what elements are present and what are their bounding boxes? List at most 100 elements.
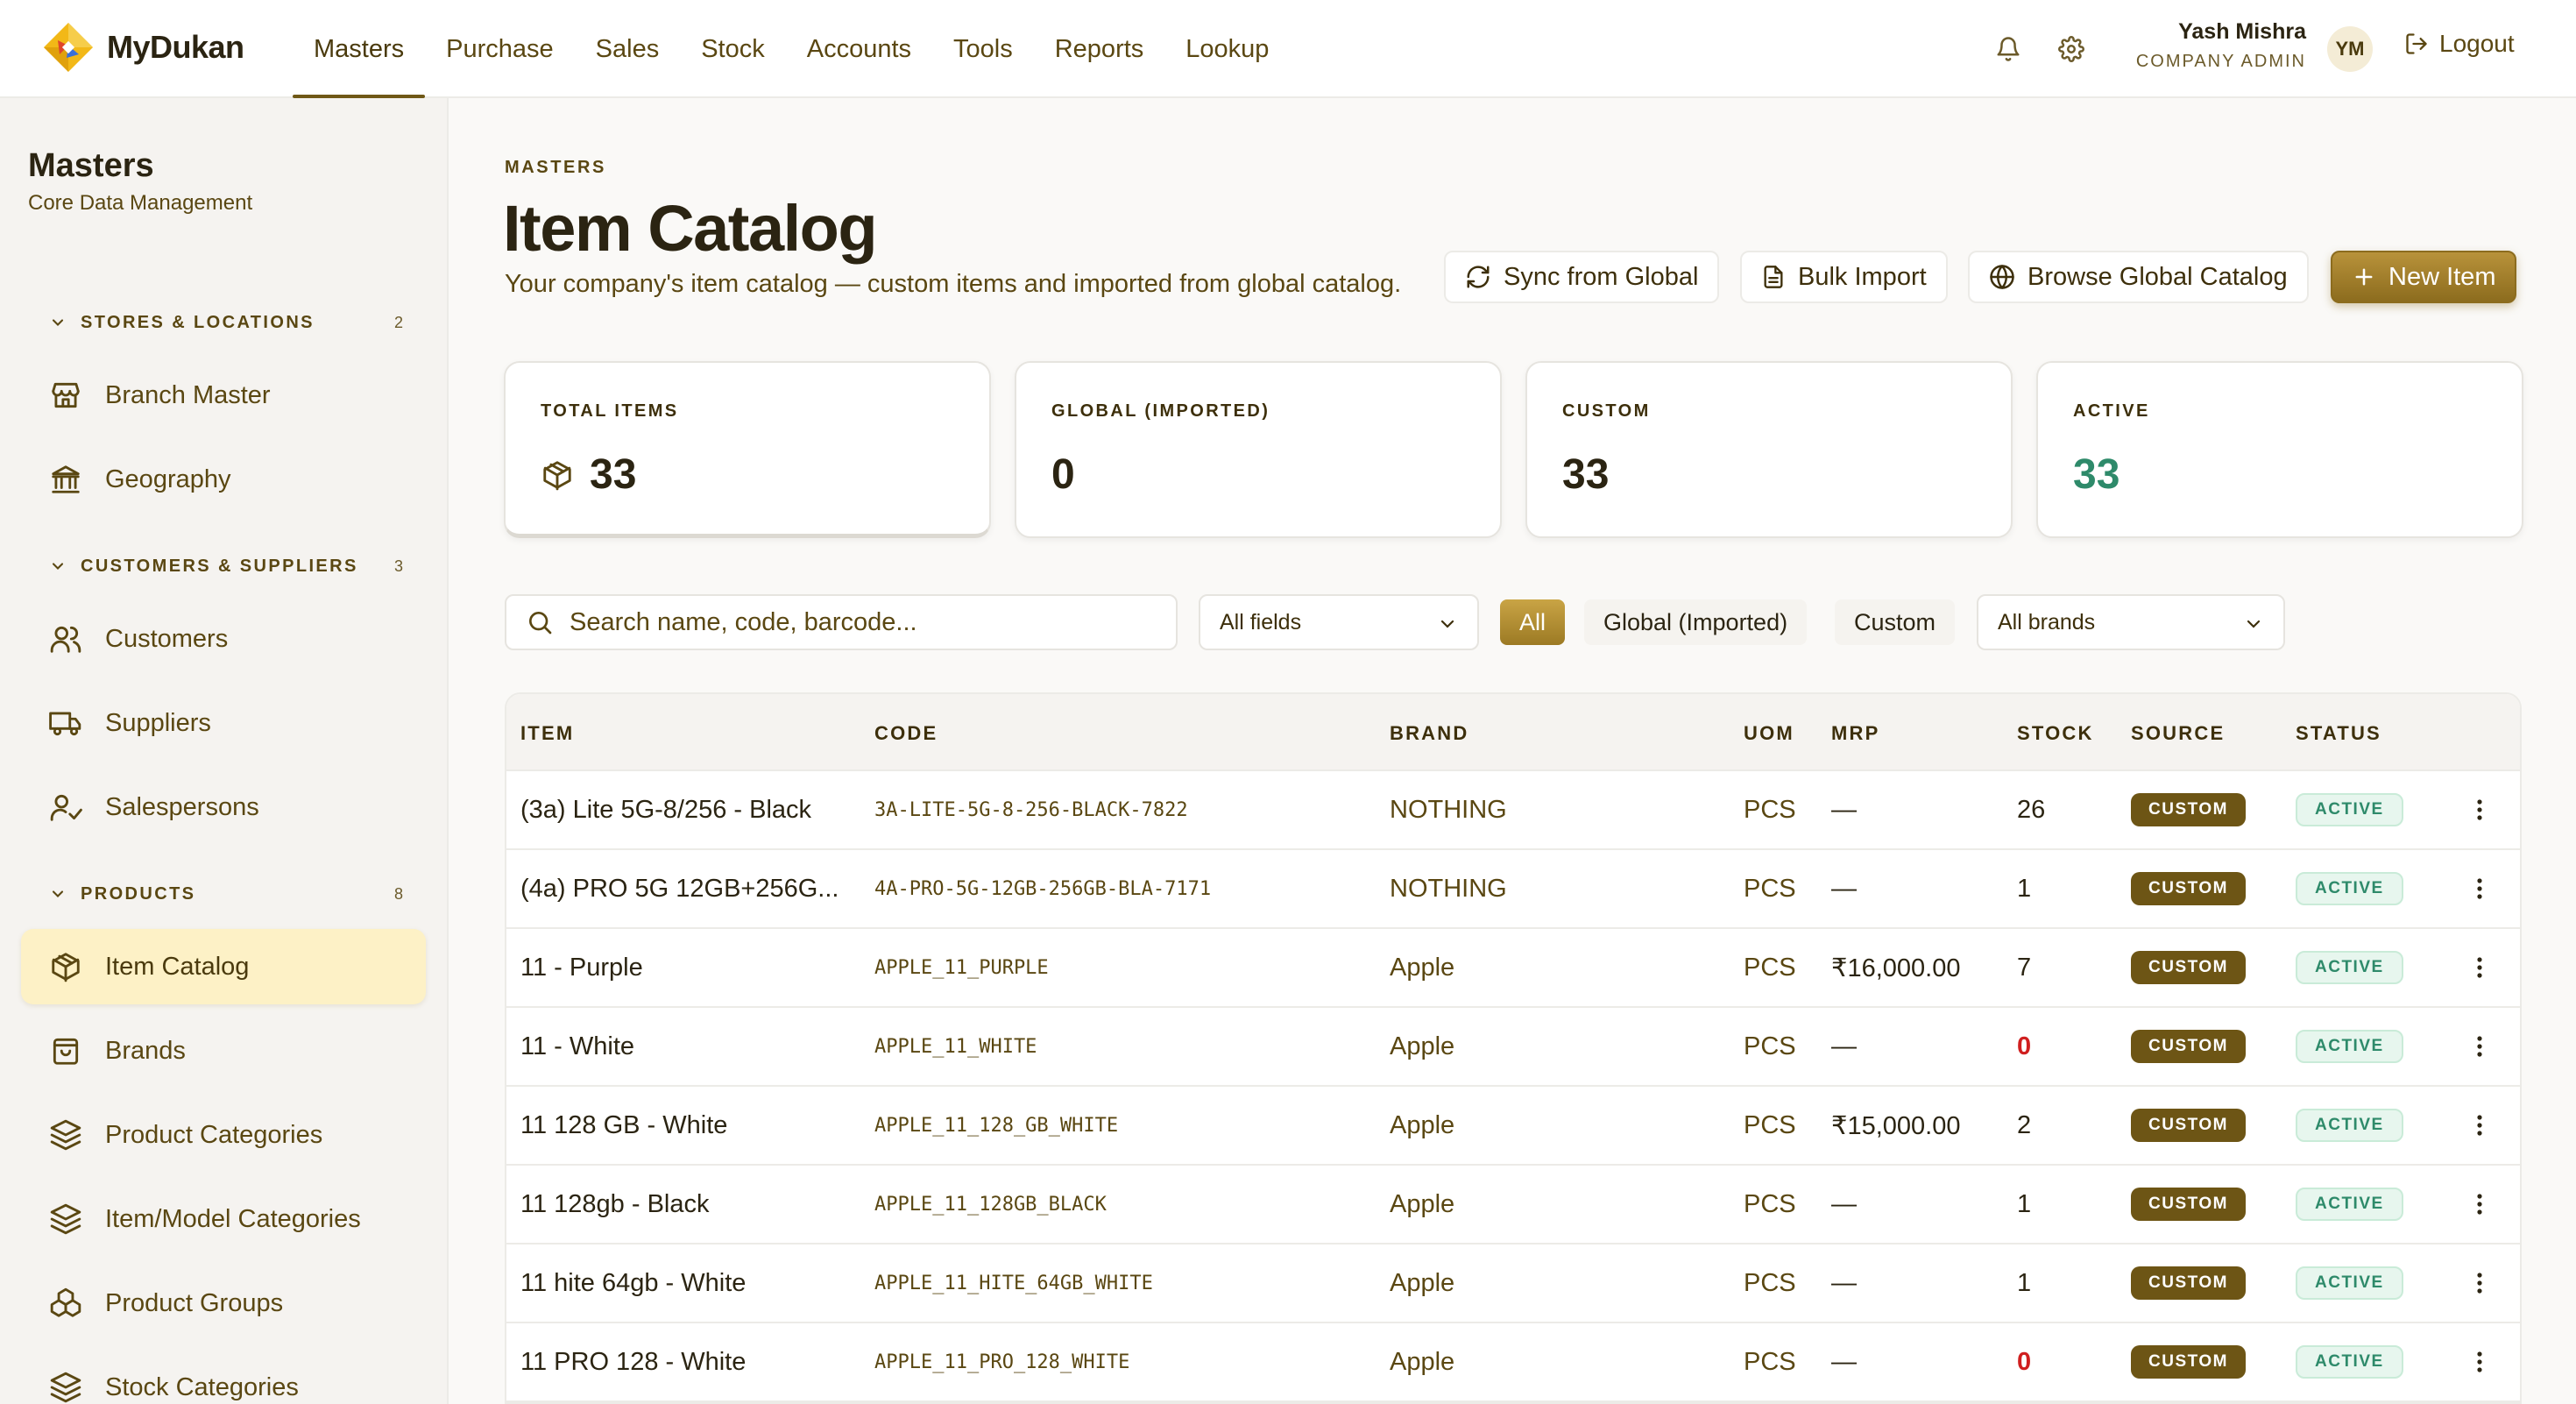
fields-select[interactable]: All fields — [1199, 594, 1479, 650]
browse-global-catalog-button[interactable]: Browse Global Catalog — [1968, 251, 2309, 303]
column-header-stock[interactable]: STOCK — [2017, 722, 2094, 745]
more-vertical-icon — [2477, 878, 2482, 899]
items-table: ITEM CODE BRAND UOM MRP STOCK SOURCE STA… — [505, 692, 2522, 1404]
column-header-item[interactable]: ITEM — [520, 722, 574, 745]
chevron-down-icon — [52, 890, 64, 897]
cell-uom: PCS — [1744, 1268, 1796, 1297]
nav-sales[interactable]: Sales — [575, 0, 681, 98]
bulk-import-button[interactable]: Bulk Import — [1740, 251, 1948, 303]
table-row[interactable]: 11 - Purple APPLE_11_PURPLE Apple PCS ₹16,00… — [506, 929, 2520, 1008]
bell-icon[interactable] — [1989, 30, 2028, 68]
gear-icon[interactable] — [2052, 30, 2091, 68]
row-menu-button[interactable] — [2462, 850, 2497, 927]
cell-code: APPLE_11_WHITE — [874, 1035, 1037, 1058]
table-row[interactable]: (3a) Lite 5G-8/256 - Black 3A-LITE-5G-8-2… — [506, 771, 2520, 850]
row-menu-button[interactable] — [2462, 929, 2497, 1006]
cell-source: CUSTOM — [2131, 1323, 2246, 1400]
source-badge: CUSTOM — [2131, 1030, 2246, 1063]
sidebar-item-label: Product Groups — [105, 1288, 284, 1317]
row-menu-button[interactable] — [2462, 1008, 2497, 1085]
cell-item[interactable]: (4a) PRO 5G 12GB+256G... — [520, 850, 862, 927]
row-menu-button[interactable] — [2462, 1323, 2497, 1400]
cell-mrp: — — [1831, 1032, 1857, 1060]
row-menu-button[interactable] — [2462, 1166, 2497, 1243]
cell-code: APPLE_11_HITE_64GB_WHITE — [874, 1272, 1153, 1294]
filter-chip-all[interactable]: All — [1500, 599, 1566, 645]
nav-masters[interactable]: Masters — [293, 0, 426, 98]
table-row[interactable]: 11 PRO 128 - White APPLE_11_PRO_128_WHITE… — [506, 1323, 2520, 1402]
plus-icon — [2355, 268, 2373, 286]
nav-reports[interactable]: Reports — [1034, 0, 1165, 98]
sidebar-item-suppliers[interactable]: Suppliers — [21, 685, 426, 761]
sidebar-item-geography[interactable]: Geography — [21, 442, 426, 517]
page-title: Item Catalog — [503, 192, 878, 265]
cell-uom: PCS — [1744, 1347, 1796, 1376]
sidebar-item-item-model-categories[interactable]: Item/Model Categories — [21, 1181, 426, 1257]
user-info[interactable]: Yash Mishra COMPANY ADMIN — [2136, 19, 2306, 72]
section-products[interactable]: PRODUCTS 8 — [52, 880, 403, 908]
stat-value-row: 33 — [541, 450, 636, 499]
cell-stock: 7 — [2017, 953, 2032, 982]
more-vertical-icon — [2477, 1194, 2482, 1215]
section-customers-suppliers[interactable]: CUSTOMERS & SUPPLIERS 3 — [52, 552, 403, 580]
cell-item[interactable]: (3a) Lite 5G-8/256 - Black — [520, 771, 862, 848]
brand[interactable]: MyDukan — [40, 19, 244, 75]
row-menu-button[interactable] — [2462, 771, 2497, 848]
column-header-mrp[interactable]: MRP — [1831, 722, 1880, 745]
table-row[interactable]: 11 hite 64gb - White APPLE_11_HITE_64GB_W… — [506, 1244, 2520, 1323]
top-navbar: MyDukan Masters Purchase Sales Stock Acc… — [0, 0, 2576, 98]
sidebar-item-branch-master[interactable]: Branch Master — [21, 358, 426, 433]
stat-label: ACTIVE — [2073, 401, 2150, 421]
sidebar-item-product-groups[interactable]: Product Groups — [21, 1266, 426, 1341]
nav-lookup[interactable]: Lookup — [1164, 0, 1290, 98]
cell-item[interactable]: 11 128gb - Black — [520, 1166, 862, 1243]
cell-stock: 1 — [2017, 1189, 2032, 1218]
sidebar-item-product-categories[interactable]: Product Categories — [21, 1097, 426, 1173]
row-menu-button[interactable] — [2462, 1087, 2497, 1164]
cell-item[interactable]: 11 hite 64gb - White — [520, 1244, 862, 1322]
sidebar-item-label: Item/Model Categories — [105, 1204, 361, 1233]
search-input[interactable] — [570, 607, 1165, 637]
sidebar-item-label: Brands — [105, 1036, 186, 1065]
cell-source: CUSTOM — [2131, 771, 2246, 848]
nav-purchase[interactable]: Purchase — [425, 0, 575, 98]
sync-from-global-button[interactable]: Sync from Global — [1444, 251, 1720, 303]
avatar[interactable]: YM — [2327, 26, 2373, 72]
cell-item[interactable]: 11 - Purple — [520, 929, 862, 1006]
filter-chip-custom[interactable]: Custom — [1835, 599, 1956, 645]
sidebar-item-item-catalog[interactable]: Item Catalog — [21, 929, 426, 1004]
sidebar-item-stock-categories[interactable]: Stock Categories — [21, 1350, 426, 1404]
table-header: ITEM CODE BRAND UOM MRP STOCK SOURCE STA… — [506, 694, 2520, 771]
cell-item[interactable]: 11 PRO 128 - White — [520, 1323, 862, 1400]
cell-status: ACTIVE — [2296, 1244, 2403, 1322]
table-row[interactable]: (4a) PRO 5G 12GB+256G... 4A-PRO-5G-12GB-2… — [506, 850, 2520, 929]
search-box[interactable] — [505, 594, 1178, 650]
sidebar-item-salespersons[interactable]: Salespersons — [21, 769, 426, 845]
sidebar-item-label: Stock Categories — [105, 1372, 299, 1401]
cell-item[interactable]: 11 - White — [520, 1008, 862, 1085]
nav-tools[interactable]: Tools — [932, 0, 1034, 98]
filter-chip-global-imported[interactable]: Global (Imported) — [1584, 599, 1808, 645]
table-row[interactable]: 11 - White APPLE_11_WHITE Apple PCS — 0 CUSTOM… — [506, 1008, 2520, 1087]
table-row[interactable]: 11 128 GB - White APPLE_11_128_GB_WHITE Ap… — [506, 1087, 2520, 1166]
status-badge: ACTIVE — [2296, 872, 2403, 905]
sidebar-item-brands[interactable]: Brands — [21, 1013, 426, 1088]
column-header-code[interactable]: CODE — [874, 722, 938, 745]
cell-item[interactable]: 11 128 GB - White — [520, 1087, 862, 1164]
nav-stock[interactable]: Stock — [680, 0, 786, 98]
sidebar-item-label: Salespersons — [105, 792, 259, 821]
more-vertical-icon — [2477, 957, 2482, 978]
column-header-source[interactable]: SOURCE — [2131, 722, 2225, 745]
column-header-uom[interactable]: UOM — [1744, 722, 1794, 745]
column-header-status[interactable]: STATUS — [2296, 722, 2381, 745]
table-row[interactable]: 11 128gb - Black APPLE_11_128GB_BLACK Appl… — [506, 1166, 2520, 1244]
main-content: MASTERS Item Catalog Your company's item… — [449, 98, 2576, 1404]
new-item-button[interactable]: New Item — [2331, 251, 2517, 303]
brands-select[interactable]: All brands — [1977, 594, 2285, 650]
nav-accounts[interactable]: Accounts — [786, 0, 932, 98]
logout-button[interactable]: Logout — [2404, 30, 2515, 58]
row-menu-button[interactable] — [2462, 1244, 2497, 1322]
section-stores-locations[interactable]: STORES & LOCATIONS 2 — [52, 308, 403, 337]
sidebar-item-customers[interactable]: Customers — [21, 601, 426, 677]
column-header-brand[interactable]: BRAND — [1390, 722, 1468, 745]
